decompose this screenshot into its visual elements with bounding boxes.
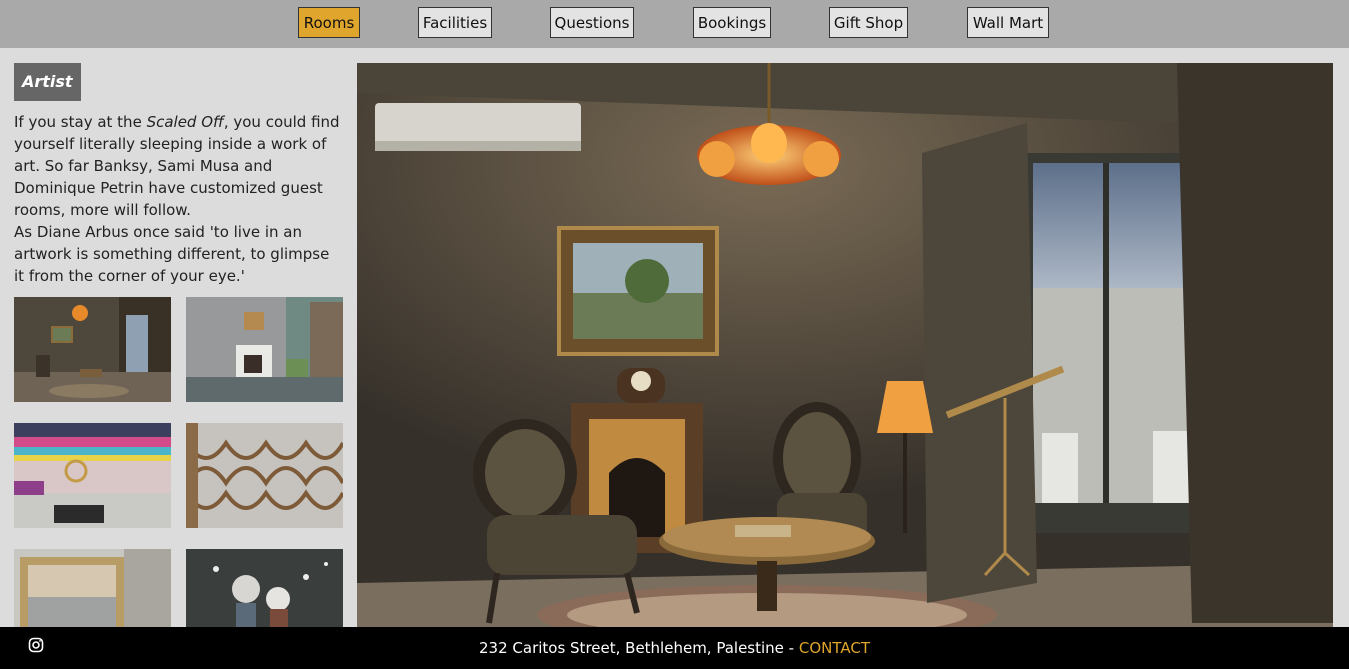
room-thumbnail[interactable] [14,297,171,402]
nav-item-rooms[interactable]: Rooms [298,7,360,38]
room-thumbnail-image [14,423,171,528]
room-thumbnail[interactable] [186,297,343,402]
room-thumbnail[interactable] [186,423,343,528]
nav-item-bookings[interactable]: Bookings [693,7,771,38]
address-text: 232 Caritos Street, Bethlehem, Palestine… [479,639,799,657]
top-nav: Rooms Facilities Questions Bookings Gift… [0,0,1349,48]
footer: 232 Caritos Street, Bethlehem, Palestine… [0,627,1349,669]
room-thumbnail-image [186,423,343,528]
artist-badge: Artist [14,63,81,101]
hero-scene [357,63,1333,627]
room-thumbnail[interactable] [14,423,171,528]
contact-link[interactable]: CONTACT [799,639,870,657]
nav-item-gift-shop[interactable]: Gift Shop [829,7,908,38]
hotel-name: Scaled Off [146,113,224,131]
footer-address: 232 Caritos Street, Bethlehem, Palestine… [0,627,1349,669]
room-thumbnail-image [186,297,343,402]
nav-item-wall-mart[interactable]: Wall Mart [967,7,1049,38]
nav-item-questions[interactable]: Questions [550,7,634,38]
room-hero-image [357,63,1333,627]
room-thumbnail-image [14,297,171,402]
intro-quote: As Diane Arbus once said 'to live in an … [14,223,330,285]
intro-text-part: If you stay at the [14,113,147,131]
nav-item-facilities[interactable]: Facilities [418,7,492,38]
intro-text: If you stay at the Scaled Off, you could… [14,111,344,287]
room-thumbnails [14,297,344,654]
sidebar: Artist If you stay at the Scaled Off, yo… [14,63,344,654]
